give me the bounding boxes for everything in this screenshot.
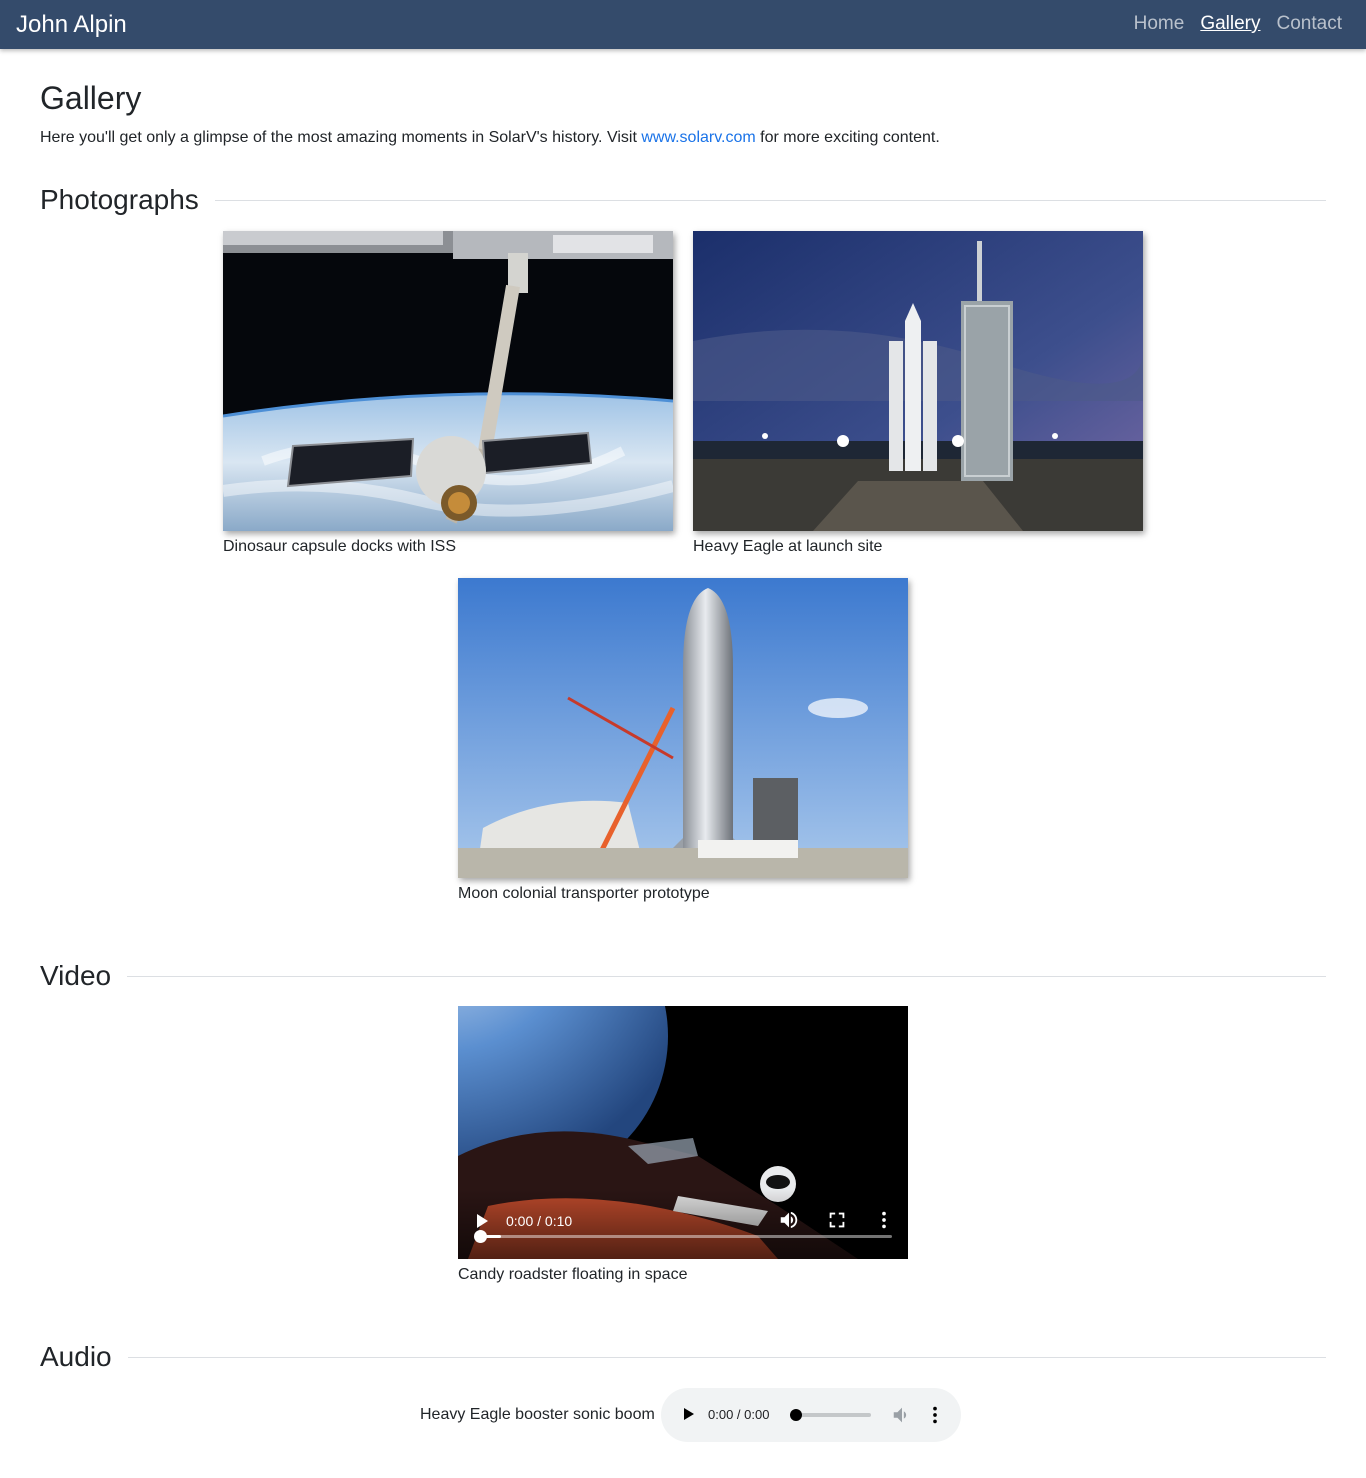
more-options-icon[interactable] xyxy=(873,1209,895,1231)
video-player[interactable]: 0:00 / 0:10 xyxy=(458,1006,908,1259)
volume-icon[interactable] xyxy=(778,1209,800,1231)
photo-caption: Moon colonial transporter prototype xyxy=(458,885,710,902)
nav-link-gallery[interactable]: Gallery xyxy=(1200,13,1260,35)
photo-capsule-iss[interactable] xyxy=(223,231,673,531)
video-caption: Candy roadster floating in space xyxy=(458,1266,688,1283)
photographs-section-header: Photographs xyxy=(40,184,1326,216)
video-play-button[interactable] xyxy=(472,1211,492,1231)
video-progress-thumb[interactable] xyxy=(474,1230,487,1243)
audio-play-button[interactable] xyxy=(681,1405,701,1425)
photo-figure-capsule: Dinosaur capsule docks with ISS xyxy=(223,231,673,556)
photo-heavy-eagle[interactable] xyxy=(693,231,1143,531)
page-title: Gallery xyxy=(40,80,142,116)
intro-text-start: Here you'll get only a glimpse of the mo… xyxy=(40,129,642,146)
nav-link-home[interactable]: Home xyxy=(1134,13,1185,35)
photo-figure-prototype: Moon colonial transporter prototype xyxy=(458,578,908,903)
section-divider xyxy=(127,975,1326,977)
video-heading: Video xyxy=(40,960,112,991)
audio-section-header: Audio xyxy=(40,1341,1326,1373)
audio-label: Heavy Eagle booster sonic boom xyxy=(420,1406,655,1423)
video-controls: 0:00 / 0:10 xyxy=(458,1189,908,1259)
audio-time: 0:00 / 0:00 xyxy=(708,1407,770,1422)
fullscreen-icon[interactable] xyxy=(826,1209,848,1231)
section-divider xyxy=(127,1356,1326,1358)
navbar: John Alpin Home Gallery Contact xyxy=(0,0,1366,49)
photo-caption: Dinosaur capsule docks with ISS xyxy=(223,538,456,555)
intro-text-end: for more exciting content. xyxy=(755,129,940,146)
solarv-link[interactable]: www.solarv.com xyxy=(641,129,755,146)
photo-caption: Heavy Eagle at launch site xyxy=(693,538,883,555)
audio-player[interactable]: 0:00 / 0:00 xyxy=(661,1388,961,1442)
video-progress-slider[interactable] xyxy=(474,1230,892,1243)
intro-text: Here you'll get only a glimpse of the mo… xyxy=(40,129,940,147)
photo-moon-transporter[interactable] xyxy=(458,578,908,878)
nav-links: Home Gallery Contact xyxy=(1134,13,1342,35)
nav-link-contact[interactable]: Contact xyxy=(1277,13,1342,35)
audio-volume-icon[interactable] xyxy=(891,1404,913,1426)
video-time: 0:00 / 0:10 xyxy=(506,1213,573,1229)
video-figure: 0:00 / 0:10 Candy roadster floating in s… xyxy=(458,1006,908,1284)
video-section-header: Video xyxy=(40,960,1326,992)
section-divider xyxy=(214,199,1326,201)
photo-figure-launch: Heavy Eagle at launch site xyxy=(693,231,1143,556)
photographs-heading: Photographs xyxy=(40,184,199,215)
brand-link[interactable]: John Alpin xyxy=(16,11,127,39)
audio-heading: Audio xyxy=(40,1341,112,1372)
audio-more-options-icon[interactable] xyxy=(924,1404,946,1426)
audio-progress-slider[interactable] xyxy=(790,1409,871,1421)
audio-progress-thumb[interactable] xyxy=(790,1409,802,1421)
